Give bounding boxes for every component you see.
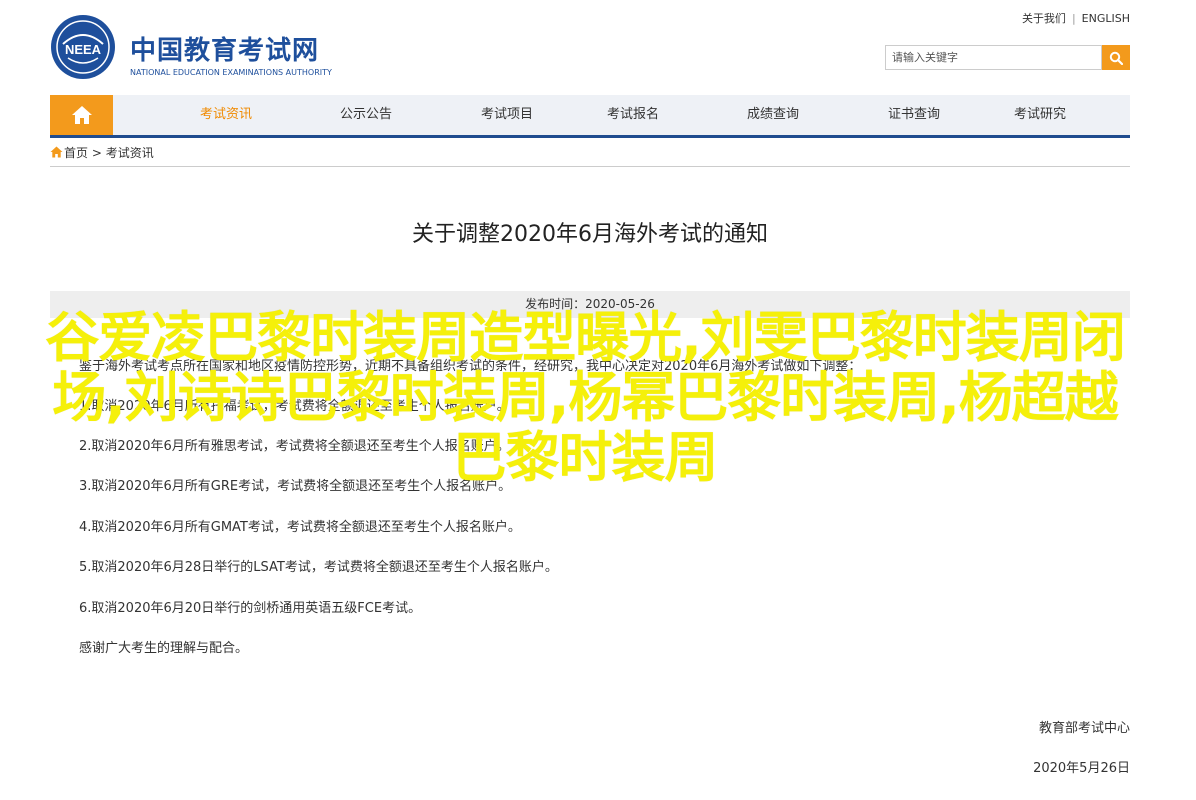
link-separator: | [1071,12,1076,25]
article-item-3: 3.取消2020年6月所有GRE考试，考试费将全额退还至考生个人报名账户。 [79,479,512,494]
english-link[interactable]: ENGLISH [1082,12,1130,25]
article-item-6: 6.取消2020年6月20日举行的剑桥通用英语五级FCE考试。 [79,601,422,616]
article-signature: 教育部考试中心 [1038,721,1130,736]
nav-home-button[interactable] [50,95,113,135]
publish-date-bar: 发布时间：2020-05-26 [50,291,1130,318]
logo-chinese-name: 中国教育考试网 [130,36,320,66]
search-button[interactable] [1102,45,1130,70]
logo-english-name: NATIONAL EDUCATION EXAMINATIONS AUTHORIT… [130,68,332,77]
nav-item-exam-research[interactable]: 考试研究 [1014,95,1066,135]
article-item-4: 4.取消2020年6月所有GMAT考试，考试费将全额退还至考生个人报名账户。 [79,520,521,535]
about-us-link[interactable]: 关于我们 [1022,12,1066,25]
search-icon [1109,51,1123,65]
emblem-text: NEEA [65,42,102,57]
nav-item-exam-news[interactable]: 考试资讯 [200,95,252,135]
nav-item-score-query[interactable]: 成绩查询 [747,95,799,135]
article-title: 关于调整2020年6月海外考试的通知 [412,222,768,247]
breadcrumb: 首页 > 考试资讯 [50,145,1130,167]
breadcrumb-current-link[interactable]: 考试资讯 [106,146,154,160]
article-date: 2020年5月26日 [1033,761,1130,776]
nav-item-registration[interactable]: 考试报名 [607,95,659,135]
search-box [885,45,1130,70]
site-logo[interactable]: NEEA 中国教育考试网 NATIONAL EDUCATION EXAMINAT… [50,14,332,79]
nav-item-exam-projects[interactable]: 考试项目 [481,95,533,135]
main-nav: 考试资讯 公示公告 考试项目 考试报名 成绩查询 证书查询 考试研究 [50,95,1130,138]
top-links: 关于我们 | ENGLISH [1022,10,1130,26]
neea-emblem-icon: NEEA [51,15,115,79]
breadcrumb-separator: > [88,146,106,160]
breadcrumb-home-link[interactable]: 首页 [64,146,88,160]
search-input[interactable] [885,45,1102,70]
article-item-1: 1.取消2020年6月所有托福考试，考试费将全额退还至考生个人报名账户。 [79,399,510,414]
article-item-2: 2.取消2020年6月所有雅思考试，考试费将全额退还至考生个人报名账户。 [79,439,510,454]
breadcrumb-home-icon [50,146,63,158]
nav-item-certificate-query[interactable]: 证书查询 [888,95,940,135]
article-item-5: 5.取消2020年6月28日举行的LSAT考试，考试费将全额退还至考生个人报名账… [79,560,558,575]
article-lead-paragraph: 鉴于海外考试考点所在国家和地区疫情防控形势，近期不具备组织考试的条件，经研究，我… [79,359,862,374]
article-thanks: 感谢广大考生的理解与配合。 [79,641,249,656]
home-icon [71,106,92,124]
nav-item-announcements[interactable]: 公示公告 [340,95,392,135]
